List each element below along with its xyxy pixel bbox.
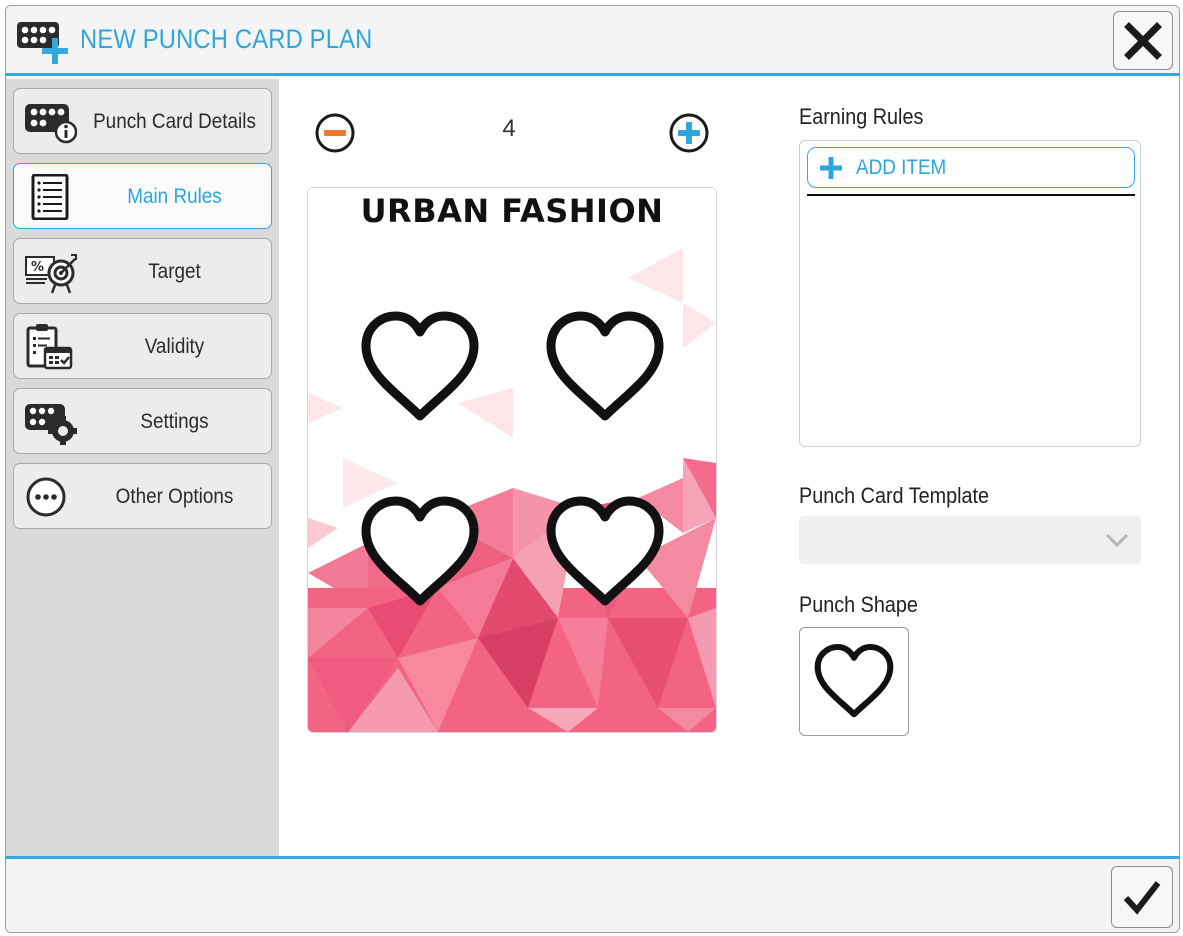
add-item-label: ADD ITEM [856, 156, 947, 179]
sidebar: Punch Card Details Main Rules % Target V… [6, 79, 279, 859]
close-icon [1124, 21, 1162, 60]
target-icon: % [25, 254, 77, 294]
footer-bar [6, 856, 1179, 932]
list-icon [31, 174, 69, 220]
plus-icon [820, 157, 842, 179]
sidebar-item-label: Other Options [115, 485, 234, 508]
heart-icon [361, 311, 479, 421]
sidebar-item-label: Target [148, 260, 201, 283]
svg-text:%: % [31, 260, 44, 275]
sidebar-item-validity[interactable]: Validity [13, 313, 272, 379]
punch-card-preview: URBAN FASHION [307, 187, 717, 733]
close-button[interactable] [1113, 11, 1173, 70]
plus-circle-icon[interactable] [668, 112, 710, 154]
sidebar-item-target[interactable]: % Target [13, 238, 272, 304]
sidebar-item-label: Punch Card Details [93, 110, 256, 133]
punch-card-template-select[interactable] [799, 516, 1141, 564]
checkmark-icon [1123, 881, 1161, 915]
sidebar-item-punch-card-details[interactable]: Punch Card Details [13, 88, 272, 154]
punch-card-add-icon [17, 22, 68, 64]
sidebar-item-settings[interactable]: Settings [13, 388, 272, 454]
card-background-pattern [308, 248, 716, 732]
more-options-icon [26, 477, 66, 517]
clipboard-calendar-icon [26, 324, 73, 370]
heart-icon [361, 496, 479, 606]
earning-rules-label: Earning Rules [799, 104, 924, 129]
sidebar-item-label: Main Rules [127, 185, 222, 208]
heart-icon [814, 643, 894, 717]
punch-count-value: 4 [502, 115, 516, 142]
chevron-down-icon [1105, 533, 1129, 548]
add-item-button[interactable]: ADD ITEM [807, 147, 1135, 188]
rules-divider [807, 194, 1135, 196]
punch-card-info-icon [25, 104, 77, 144]
sidebar-item-label: Settings [140, 410, 209, 433]
main-content: 4 URBAN FASHION Earning Rules ADD ITEM P… [279, 79, 1179, 859]
punch-card-dialog: NEW PUNCH CARD PLAN Punch Card Details M… [5, 5, 1180, 933]
punch-card-template-label: Punch Card Template [799, 483, 990, 508]
confirm-button[interactable] [1111, 866, 1173, 928]
earning-rules-list: ADD ITEM [799, 140, 1141, 447]
dialog-title: NEW PUNCH CARD PLAN [80, 24, 373, 54]
title-bar: NEW PUNCH CARD PLAN [6, 6, 1179, 76]
punch-shape-label: Punch Shape [799, 592, 918, 617]
sidebar-item-other-options[interactable]: Other Options [13, 463, 272, 529]
minus-circle-icon[interactable] [314, 112, 356, 154]
punch-card-gear-icon [25, 404, 77, 445]
punch-shape-selector[interactable] [799, 627, 909, 736]
card-title: URBAN FASHION [360, 192, 664, 230]
heart-icon [546, 496, 664, 606]
sidebar-item-main-rules[interactable]: Main Rules [13, 163, 272, 229]
sidebar-item-label: Validity [144, 335, 205, 358]
heart-icon [546, 311, 664, 421]
